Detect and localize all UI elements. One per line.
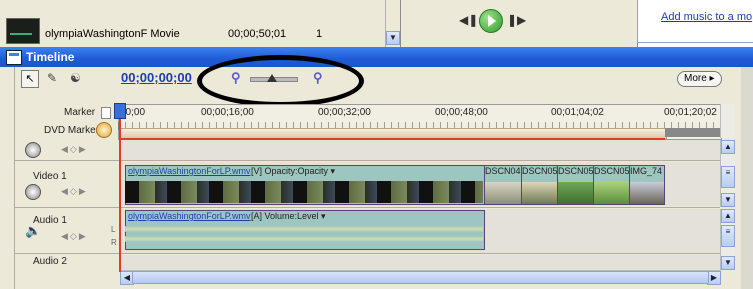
horizontal-scroll-thumb[interactable] — [132, 271, 709, 284]
still-clip-name: DSCN05 — [558, 166, 594, 176]
track-header-video1[interactable]: Video 1 ◀◇▶ — [15, 162, 117, 206]
panel-edge — [741, 67, 753, 289]
marker-icon[interactable] — [101, 107, 111, 119]
ruler-tick-label: 00;01;04;02 — [551, 107, 604, 118]
timeline-window-icon — [6, 50, 22, 65]
arrow-icon[interactable]: ↖ — [21, 70, 39, 88]
track-name: Video 1 — [33, 171, 67, 182]
camera-icon[interactable] — [25, 142, 41, 158]
track-header-partial: ◀◇▶ — [15, 140, 117, 160]
ruler-tick-label: 00;00;16;00 — [201, 107, 254, 118]
help-link[interactable]: Add music to a mo — [661, 11, 752, 23]
audio-clip-name[interactable]: olympiaWashingtonForLP.wmv — [128, 211, 251, 221]
scroll-thumb[interactable]: ≡ — [721, 225, 735, 247]
audio-waveform-right — [125, 236, 483, 242]
speaker-icon[interactable]: 🔈 — [25, 223, 41, 239]
keyframe-nav-icons[interactable]: ◀◇▶ — [61, 231, 88, 242]
scroll-down-icon[interactable]: ▼ — [386, 31, 400, 45]
still-clip-name: DSCN05 — [594, 166, 630, 176]
channel-right: R — [111, 238, 117, 247]
still-thumbnail — [522, 182, 557, 204]
eye-icon[interactable] — [25, 184, 41, 200]
still-clip-name: IMG_74 — [630, 166, 663, 176]
audio-tracks-scrollbar[interactable]: ▲ ≡ ▼ — [720, 209, 735, 271]
video-clip-thumbnails — [125, 181, 483, 203]
scroll-up-icon[interactable]: ▲ — [721, 209, 735, 223]
current-timecode[interactable]: 00;00;00;00 — [121, 70, 192, 85]
work-area-end — [665, 128, 720, 137]
annotation-oval — [197, 55, 364, 107]
play-icon[interactable] — [479, 9, 503, 33]
window-title: Timeline — [26, 50, 75, 64]
step-back-icon[interactable]: ◀❚ — [459, 13, 478, 27]
still-thumbnail — [594, 182, 629, 204]
still-thumbnail — [558, 182, 593, 204]
audio-clip-property[interactable]: [A] Volume:Level ▾ — [251, 211, 326, 222]
still-thumbnail — [485, 182, 521, 204]
still-clip[interactable]: DSCN05 — [557, 165, 594, 205]
project-scrollbar[interactable]: ▼ — [385, 0, 400, 47]
still-thumbnail — [630, 182, 664, 204]
track-lane-audio2[interactable] — [120, 255, 720, 270]
track-header-audio1[interactable]: Audio 1 🔈 ◀◇▶ L R — [15, 209, 117, 253]
ruler-tick-label: 00;01;20;02 — [664, 107, 717, 118]
scroll-down-icon[interactable]: ▼ — [721, 256, 735, 270]
still-clip[interactable]: DSCN04 — [484, 165, 522, 205]
audio-waveform-left — [125, 226, 483, 232]
track-lane-partial[interactable] — [120, 140, 720, 160]
marker-pin-icon[interactable]: ☯ — [70, 71, 81, 85]
still-clip[interactable]: DSCN05 — [593, 165, 630, 205]
current-time-indicator[interactable] — [114, 103, 126, 119]
track-name: Audio 2 — [33, 256, 67, 267]
dvd-marker-label: DVD Marker — [44, 125, 100, 136]
dvd-disc-icon[interactable] — [96, 122, 112, 138]
current-time-indicator-line[interactable] — [119, 104, 121, 272]
clip-name[interactable]: olympiaWashingtonF Movie — [45, 28, 180, 40]
clip-thumbnail[interactable] — [6, 18, 40, 44]
window-title-bar[interactable]: Timeline — [0, 47, 753, 67]
track-header-audio2[interactable]: Audio 2 — [15, 255, 117, 270]
panel-left-gutter — [0, 67, 15, 289]
channel-left: L — [111, 225, 116, 234]
ruler-tick-label: 00;00;48;00 — [435, 107, 488, 118]
video-clip-property[interactable]: [V] Opacity:Opacity ▾ — [251, 166, 335, 177]
video-clip-name[interactable]: olympiaWashingtonForLP.wmv — [128, 166, 251, 176]
clip-duration: 00;00;50;01 — [228, 28, 287, 40]
scroll-up-icon[interactable]: ▲ — [721, 140, 735, 154]
scroll-down-icon[interactable]: ▼ — [721, 193, 735, 207]
still-clip-name: DSCN05 — [522, 166, 558, 176]
scroll-right-icon[interactable]: ▶ — [707, 271, 721, 285]
scroll-thumb[interactable]: ≡ — [721, 166, 735, 188]
ruler-scrollbar[interactable] — [720, 104, 735, 138]
still-clip-name: DSCN04 — [485, 166, 521, 176]
keyframe-nav-icons[interactable]: ◀◇▶ — [61, 186, 88, 197]
more-button[interactable]: More ▸ — [677, 71, 722, 87]
razor-icon[interactable]: ✎ — [47, 71, 57, 85]
video-tracks-scrollbar[interactable]: ▲ ≡ ▼ — [720, 140, 735, 207]
step-forward-icon[interactable]: ❚▶ — [507, 13, 526, 27]
monitor-controls: ◀❚ ❚▶ — [400, 0, 638, 47]
ruler-tick-label: 00;00;32;00 — [318, 107, 371, 118]
help-panel: Add music to a mo — [637, 0, 753, 43]
still-clip[interactable]: DSCN05 — [521, 165, 558, 205]
marker-label: Marker — [64, 107, 96, 118]
clip-index: 1 — [316, 28, 323, 40]
still-clip[interactable]: IMG_74 — [629, 165, 665, 205]
keyframe-nav-icons[interactable]: ◀◇▶ — [61, 144, 88, 155]
